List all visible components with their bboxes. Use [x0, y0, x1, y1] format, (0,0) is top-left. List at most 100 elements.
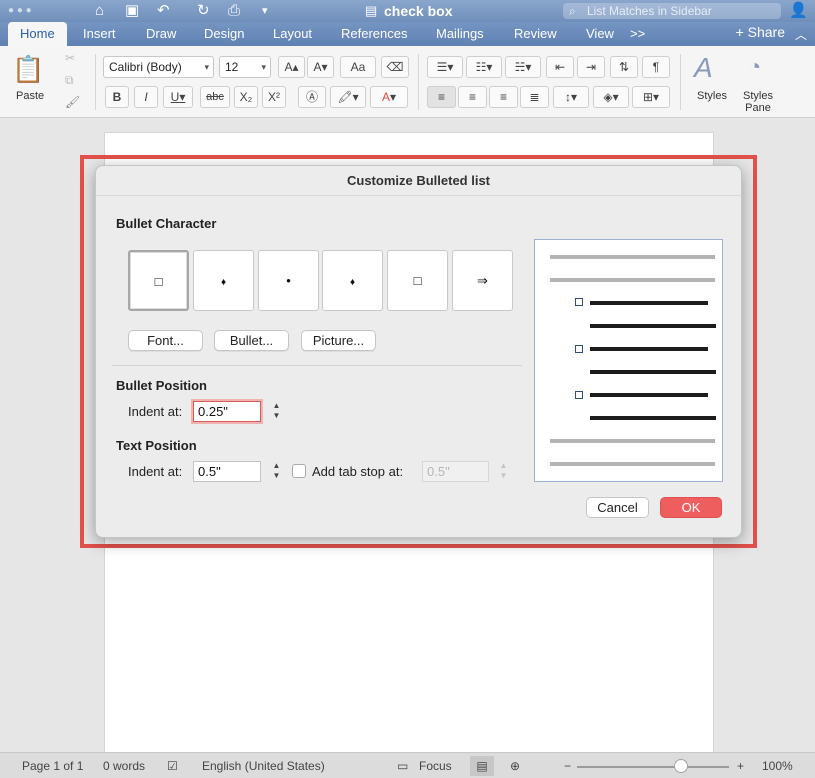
copy-icon[interactable]: ⧉: [65, 73, 74, 88]
bullet-option-1[interactable]: □: [128, 250, 189, 311]
zoom-in-icon[interactable]: +: [737, 759, 744, 773]
align-center-icon: ≡: [468, 90, 476, 104]
bullet-option-3[interactable]: •: [258, 250, 319, 311]
save-icon[interactable]: ▣: [125, 2, 139, 20]
clear-formatting-button[interactable]: ⌫: [381, 56, 409, 78]
picture-button[interactable]: Picture...: [301, 330, 376, 351]
decrease-indent-icon: ⇤: [554, 60, 566, 74]
text-indent-field[interactable]: 0.5": [193, 461, 261, 482]
shrink-font-button[interactable]: A▾: [307, 56, 334, 78]
bullet-indent-stepper[interactable]: ▲ ▼: [271, 401, 282, 422]
bullet-indent-field[interactable]: 0.25": [193, 401, 261, 422]
tab-insert[interactable]: Insert: [83, 22, 116, 46]
highlight-button[interactable]: 🖍▾: [330, 86, 366, 108]
customize-bulleted-list-dialog: Customize Bulleted list Bullet Character…: [95, 165, 742, 538]
sort-button[interactable]: ⇅: [610, 56, 638, 78]
cancel-button[interactable]: Cancel: [586, 497, 649, 518]
customize-toolbar-icon[interactable]: ▾: [262, 2, 268, 20]
redo-icon[interactable]: ↻: [197, 2, 210, 20]
multilevel-list-button[interactable]: ☵▾: [505, 56, 541, 78]
bullet-button[interactable]: Bullet...: [214, 330, 289, 351]
proofing-icon[interactable]: ☑: [167, 759, 178, 773]
web-layout-icon[interactable]: ⊕: [510, 759, 520, 773]
ribbon-divider: [680, 54, 681, 110]
ribbon-divider: [95, 54, 96, 110]
font-button[interactable]: Font...: [128, 330, 203, 351]
bullet-position-heading: Bullet Position: [116, 378, 207, 393]
home-icon[interactable]: ⌂: [95, 2, 104, 20]
align-center-button[interactable]: ≡: [458, 86, 487, 108]
line-spacing-button[interactable]: ↕▾: [553, 86, 589, 108]
preview-line: [550, 439, 715, 443]
align-left-button[interactable]: ≡: [427, 86, 456, 108]
preview-line: [550, 278, 715, 282]
page-count[interactable]: Page 1 of 1: [22, 759, 83, 773]
zoom-slider-thumb[interactable]: [674, 759, 688, 773]
zoom-out-icon[interactable]: −: [564, 759, 571, 773]
account-icon[interactable]: 👤: [789, 2, 808, 20]
bullet-option-6[interactable]: ⇒: [452, 250, 513, 311]
word-count[interactable]: 0 words: [103, 759, 145, 773]
italic-button[interactable]: I: [134, 86, 158, 108]
tab-draw[interactable]: Draw: [146, 22, 176, 46]
ok-button[interactable]: OK: [660, 497, 722, 518]
undo-icon[interactable]: ↶: [157, 2, 170, 20]
tab-mailings[interactable]: Mailings: [436, 22, 484, 46]
print-layout-icon[interactable]: ▤: [470, 756, 494, 776]
tab-references[interactable]: References: [341, 22, 407, 46]
bullets-button[interactable]: ☰▾: [427, 56, 463, 78]
print-icon[interactable]: ⎙: [228, 2, 240, 20]
strikethrough-label: abc: [206, 91, 224, 103]
search-input[interactable]: ⌕ List Matches in Sidebar: [563, 3, 781, 19]
format-painter-icon[interactable]: 🖌: [65, 95, 80, 109]
tab-view[interactable]: View: [586, 22, 614, 46]
grow-font-button[interactable]: A▴: [278, 56, 305, 78]
shading-button[interactable]: ◈▾: [593, 86, 629, 108]
font-size-select[interactable]: 12 ▾: [219, 56, 271, 78]
focus-label[interactable]: Focus: [419, 759, 452, 773]
bullet-option-5[interactable]: □: [387, 250, 448, 311]
align-right-button[interactable]: ≡: [489, 86, 518, 108]
font-color-label: A: [381, 90, 390, 104]
tab-more[interactable]: >>: [630, 22, 645, 46]
increase-indent-button[interactable]: ⇥: [577, 56, 605, 78]
justify-button[interactable]: ≣: [520, 86, 549, 108]
collapse-ribbon-icon[interactable]: ︿: [795, 26, 807, 43]
text-indent-stepper[interactable]: ▲ ▼: [271, 461, 282, 482]
zoom-level[interactable]: 100%: [762, 759, 793, 773]
bullet-indent-label: Indent at:: [128, 404, 183, 419]
language-status[interactable]: English (United States): [202, 759, 325, 773]
paint-bucket-icon: ◈: [603, 90, 613, 104]
paste-icon[interactable]: 📋: [12, 54, 44, 85]
tab-home[interactable]: Home: [8, 22, 67, 46]
share-button[interactable]: + Share: [736, 24, 785, 40]
cut-icon[interactable]: ✂: [65, 51, 75, 65]
superscript-button[interactable]: X²: [262, 86, 286, 108]
bullet-option-2[interactable]: ♦: [193, 250, 254, 311]
tab-layout[interactable]: Layout: [273, 22, 312, 46]
window-controls[interactable]: ● ● ●: [8, 2, 32, 20]
text-effects-button[interactable]: Ⓐ: [298, 86, 326, 108]
bullet-option-4[interactable]: ♦: [322, 250, 383, 311]
tab-design[interactable]: Design: [204, 22, 244, 46]
strikethrough-button[interactable]: abc: [200, 86, 230, 108]
font-color-button[interactable]: A▾: [370, 86, 408, 108]
show-formatting-button[interactable]: ¶: [642, 56, 670, 78]
sort-icon: ⇅: [618, 60, 630, 74]
tab-review[interactable]: Review: [514, 22, 557, 46]
focus-icon[interactable]: ▭: [397, 759, 408, 773]
zoom-slider[interactable]: [577, 766, 729, 768]
subscript-button[interactable]: X₂: [234, 86, 258, 108]
numbering-button[interactable]: ☷▾: [466, 56, 502, 78]
shrink-font-label: A: [313, 60, 322, 74]
superscript-label: X²: [268, 90, 280, 104]
tab-stop-field[interactable]: 0.5": [422, 461, 489, 482]
add-tab-stop-checkbox[interactable]: [292, 464, 306, 478]
decrease-indent-button[interactable]: ⇤: [546, 56, 574, 78]
tab-stop-stepper[interactable]: ▲ ▼: [498, 461, 509, 482]
bold-button[interactable]: B: [105, 86, 129, 108]
underline-button[interactable]: U▾: [163, 86, 193, 108]
change-case-button[interactable]: Aa: [340, 56, 376, 78]
font-name-select[interactable]: Calibri (Body) ▾: [103, 56, 214, 78]
borders-button[interactable]: ⊞▾: [632, 86, 670, 108]
